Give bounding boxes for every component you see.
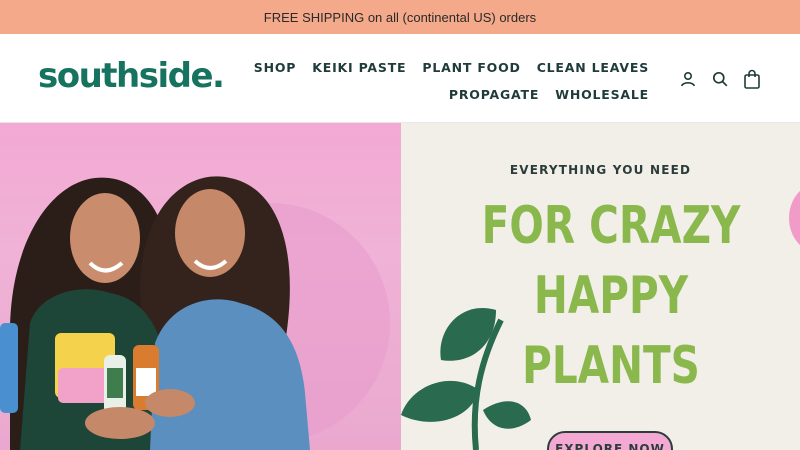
account-icon[interactable]: [678, 68, 698, 90]
nav-item-plant-food[interactable]: PLANT FOOD: [422, 60, 520, 75]
explore-now-button[interactable]: EXPLORE NOW: [547, 431, 673, 450]
hero-headline-line1: FOR CRAZY: [481, 196, 741, 256]
hero-content: EVERYTHING YOU NEED FOR CRAZY HAPPY PLAN…: [401, 123, 800, 450]
search-icon[interactable]: [710, 68, 730, 90]
hero-headline-line2: HAPPY: [533, 266, 689, 326]
announcement-text: FREE SHIPPING on all (continental US) or…: [263, 9, 537, 25]
nav-item-wholesale[interactable]: WHOLESALE: [555, 87, 649, 102]
brand-logo[interactable]: southside.: [38, 56, 225, 96]
nav-item-shop[interactable]: SHOP: [254, 60, 296, 75]
hero-headline-line3: PLANTS: [522, 336, 700, 396]
hero-photo-illustration: [0, 176, 390, 450]
cart-icon[interactable]: [742, 68, 762, 90]
announcement-bar: FREE SHIPPING on all (continental US) or…: [0, 0, 800, 34]
main-nav: SHOP KEIKI PASTE PLANT FOOD CLEAN LEAVES…: [229, 54, 649, 108]
nav-item-keiki-paste[interactable]: KEIKI PASTE: [312, 60, 406, 75]
decorative-blob: [789, 183, 800, 253]
nav-row-primary: SHOP KEIKI PASTE PLANT FOOD CLEAN LEAVES: [229, 54, 649, 81]
nav-row-secondary: PROPAGATE WHOLESALE: [229, 81, 649, 108]
hero-eyebrow: EVERYTHING YOU NEED: [509, 163, 692, 177]
header-icons: [678, 68, 762, 90]
site-header: southside. SHOP KEIKI PASTE PLANT FOOD C…: [0, 34, 800, 123]
hero-photo: [0, 123, 401, 450]
nav-item-clean-leaves[interactable]: CLEAN LEAVES: [537, 60, 649, 75]
hero-headline: FOR CRAZY HAPPY PLANTS: [447, 191, 775, 401]
nav-item-propagate[interactable]: PROPAGATE: [449, 87, 539, 102]
